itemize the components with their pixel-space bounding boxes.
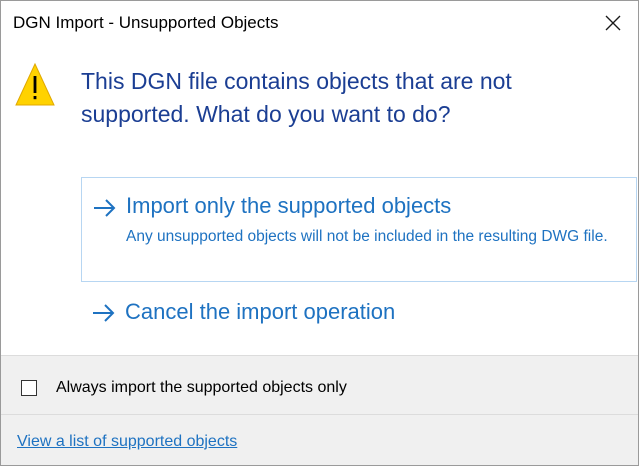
main-instruction: This DGN file contains objects that are … [81,68,512,127]
footer: Always import the supported objects only… [1,355,638,465]
close-icon [605,15,621,31]
window-title: DGN Import - Unsupported Objects [13,13,279,32]
checkbox-box[interactable] [21,380,37,396]
close-button[interactable] [598,9,628,37]
always-import-label[interactable]: Always import the supported objects only [56,379,347,397]
footer-divider [1,414,638,415]
cancel-import-button[interactable]: Cancel the import operation [81,289,637,337]
arrow-right-icon [94,199,116,217]
import-supported-objects-title: Import only the supported objects [126,193,452,218]
arrow-right-icon [93,304,115,322]
title-bar: DGN Import - Unsupported Objects [1,1,638,45]
warning-icon [15,62,55,106]
import-supported-objects-button[interactable]: Import only the supported objects Any un… [81,177,637,282]
always-import-checkbox[interactable]: Always import the supported objects only [21,376,347,400]
cancel-import-title: Cancel the import operation [125,299,396,324]
import-supported-objects-description: Any unsupported objects will not be incl… [126,228,608,245]
supported-objects-link[interactable]: View a list of supported objects [17,433,237,451]
task-dialog: DGN Import - Unsupported Objects This DG… [0,0,639,466]
